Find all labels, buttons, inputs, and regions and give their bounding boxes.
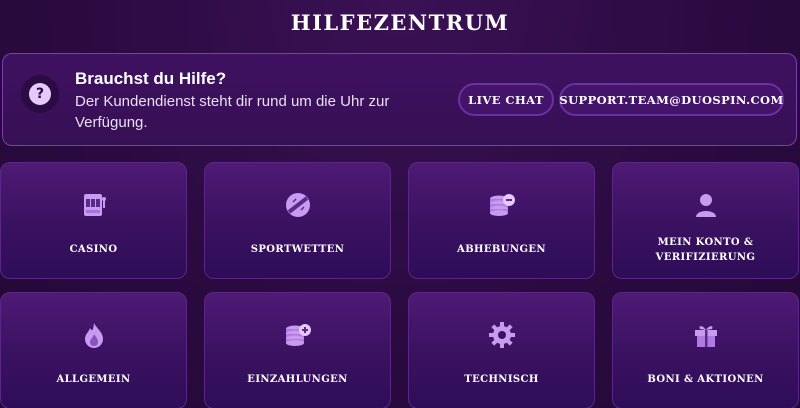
category-label: ALLGEMEIN — [56, 374, 131, 385]
help-title: Brauchst du Hilfe? — [75, 69, 227, 88]
help-text: Der Kundendienst steht dir rund um die U… — [75, 93, 390, 131]
sports-ball-icon — [285, 193, 310, 217]
category-boni-aktionen[interactable]: BONI & AKTIONEN — [612, 292, 799, 408]
category-label: SPORTWETTEN — [250, 244, 345, 255]
page-title: HILFEZENTRUM — [290, 10, 510, 35]
help-banner: ? Brauchst du Hilfe? Der Kundendienst st… — [2, 53, 797, 146]
question-icon: ? — [29, 83, 51, 105]
gear-icon — [488, 322, 515, 348]
gift-icon — [694, 326, 717, 347]
category-label: ABHEBUNGEN — [457, 244, 546, 255]
live-chat-button[interactable]: LIVE CHAT — [458, 83, 554, 116]
category-sportwetten[interactable]: SPORTWETTEN — [204, 162, 391, 279]
category-label: TECHNISCH — [464, 374, 539, 385]
category-mein-konto[interactable]: MEIN KONTO & VERIFIZIERUNG — [612, 162, 799, 279]
fire-icon — [84, 323, 103, 348]
coins-minus-icon — [489, 194, 515, 216]
help-icon-wrap: ? — [21, 75, 59, 113]
category-label: EINZAHLUNGEN — [247, 374, 348, 385]
category-label: CASINO — [69, 244, 118, 255]
category-allgemein[interactable]: ALLGEMEIN — [0, 292, 187, 408]
category-label: MEIN KONTO & VERIFIZIERUNG — [655, 237, 756, 263]
coins-plus-icon — [285, 324, 311, 346]
category-label: BONI & AKTIONEN — [647, 374, 764, 385]
slot-machine-icon — [83, 194, 106, 216]
category-technisch[interactable]: TECHNISCH — [408, 292, 595, 408]
category-casino[interactable]: CASINO — [0, 162, 187, 279]
user-icon — [695, 194, 716, 217]
support-email-button[interactable]: SUPPORT.TEAM@DUOSPIN.COM — [559, 83, 784, 116]
category-abhebungen[interactable]: ABHEBUNGEN — [408, 162, 595, 279]
category-einzahlungen[interactable]: EINZAHLUNGEN — [204, 292, 391, 408]
